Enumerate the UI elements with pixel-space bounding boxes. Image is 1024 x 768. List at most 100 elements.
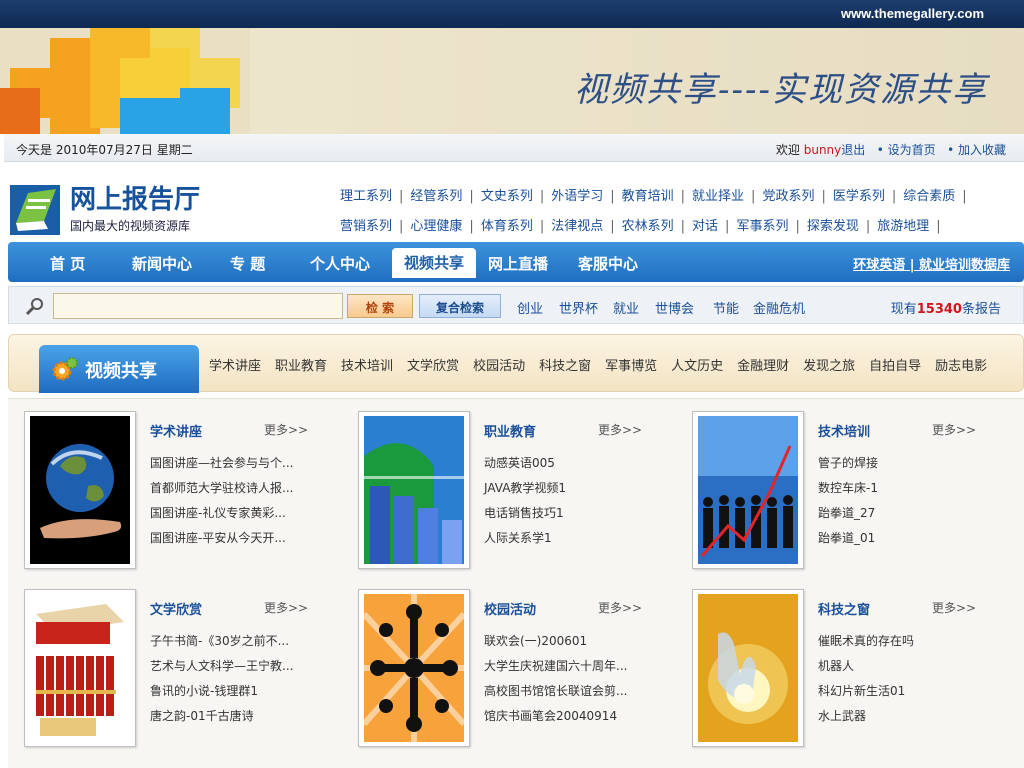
video-link[interactable]: 机器人 [818,654,914,679]
video-link[interactable]: 数控车床-1 [818,476,878,501]
nav-item[interactable]: 新闻中心 [132,253,192,274]
video-link[interactable]: 国图讲座—社会参与与个... [150,451,293,476]
video-link[interactable]: 艺术与人文科学—王宁教... [150,654,293,679]
category-link[interactable]: 文史系列 [481,189,533,204]
video-link[interactable]: 高校图书馆馆长联谊会剪... [484,679,627,704]
logout-link[interactable]: 退出 [841,143,865,157]
channel-subtab[interactable]: 自拍自导 [869,359,921,374]
video-link[interactable]: 唐之韵-01千古唐诗 [150,704,293,729]
nav-item[interactable]: 专 题 [230,253,265,274]
category-link[interactable]: 外语学习 [551,189,603,204]
advanced-search-button[interactable]: 复合检索 [419,294,501,318]
channel-subtab[interactable]: 科技之窗 [539,359,591,374]
bar-chart-thumbnail[interactable] [358,411,470,569]
hot-keyword-link[interactable]: 节能 [713,298,739,317]
nav-item[interactable]: 首 页 [50,253,85,274]
hot-keyword-link[interactable]: 世界杯 [559,298,598,317]
video-link[interactable]: 人际关系学1 [484,526,566,551]
nav-item[interactable]: 网上直播 [488,253,548,274]
search-button[interactable]: 检 索 [347,294,413,318]
card-title[interactable]: 文学欣赏 [150,599,202,618]
video-link[interactable]: 国图讲座-平安从今天开... [150,526,293,551]
video-link[interactable]: 联欢会(一)200601 [484,629,627,654]
card-title[interactable]: 职业教育 [484,421,536,440]
nav-item[interactable]: 个人中心 [310,253,370,274]
channel-subtab[interactable]: 人文历史 [671,359,723,374]
earth-in-hand-thumbnail[interactable] [24,411,136,569]
video-link[interactable]: JAVA教学视频1 [484,476,566,501]
video-link[interactable]: 跆拳道_27 [818,501,878,526]
video-link[interactable]: 动感英语005 [484,451,566,476]
video-link[interactable]: 管子的焊接 [818,451,878,476]
card-title[interactable]: 科技之窗 [818,599,870,618]
book-set-thumbnail[interactable] [24,589,136,747]
people-circle-thumbnail[interactable] [358,589,470,747]
channel-subtab[interactable]: 校园活动 [473,359,525,374]
more-link[interactable]: 更多>> [932,599,976,616]
more-link[interactable]: 更多>> [264,421,308,438]
video-link[interactable]: 鲁讯的小说-钱理群1 [150,679,293,704]
channel-subtab[interactable]: 文学欣赏 [407,359,459,374]
set-homepage-link[interactable]: • 设为首页 [877,143,936,157]
video-link[interactable]: 跆拳道_01 [818,526,878,551]
category-link[interactable]: 理工系列 [340,189,392,204]
category-link[interactable]: 探索发现 [807,219,859,234]
category-link[interactable]: 旅游地理 [877,219,929,234]
crowd-growth-thumbnail[interactable] [692,411,804,569]
hot-keyword-link[interactable]: 创业 [517,298,543,317]
more-link[interactable]: 更多>> [932,421,976,438]
more-link[interactable]: 更多>> [264,599,308,616]
category-link[interactable]: 医学系列 [833,189,885,204]
site-logo[interactable]: 网上报告厅 国内最大的视频资源库 [8,177,213,239]
category-link[interactable]: 综合素质 [903,189,955,204]
hand-light-thumbnail[interactable] [692,589,804,747]
more-link[interactable]: 更多>> [598,599,642,616]
category-link[interactable]: 农林系列 [622,219,674,234]
channel-subtab[interactable]: 学术讲座 [209,359,261,374]
video-category-card: 学术讲座 更多>> 国图讲座—社会参与与个... 首都师范大学驻校诗人报... 国图讲座… [14,399,334,569]
card-title[interactable]: 校园活动 [484,599,536,618]
channel-subtab[interactable]: 军事博览 [605,359,657,374]
video-list: 动感英语005 JAVA教学视频1 电话销售技巧1 人际关系学1 [484,451,566,551]
video-link[interactable]: 催眠术真的存在吗 [818,629,914,654]
nav-item[interactable]: 视频共享 [392,248,477,278]
partner-links[interactable]: 环球英语 | 就业培训数据库 [853,254,1010,273]
channel-subtab[interactable]: 发现之旅 [803,359,855,374]
category-link[interactable]: 法律视点 [551,219,603,234]
category-link[interactable]: 就业择业 [692,189,744,204]
book-logo-icon [10,185,60,235]
category-link[interactable]: 党政系列 [762,189,814,204]
hot-keyword-link[interactable]: 就业 [613,298,639,317]
hot-keyword-link[interactable]: 金融危机 [753,298,805,317]
category-link[interactable]: 营销系列 [340,219,392,234]
card-title[interactable]: 技术培训 [818,421,870,440]
more-link[interactable]: 更多>> [598,421,642,438]
separator: | [936,219,941,234]
channel-subtab[interactable]: 技术培训 [341,359,393,374]
video-link[interactable]: 馆庆书画笔会20040914 [484,704,627,729]
video-link[interactable]: 科幻片新生活01 [818,679,914,704]
nav-item[interactable]: 客服中心 [578,253,638,274]
video-link[interactable]: 电话销售技巧1 [484,501,566,526]
category-link[interactable]: 心理健康 [410,219,462,234]
video-link[interactable]: 大学生庆祝建国六十周年... [484,654,627,679]
gear-icon [52,357,78,381]
separator: | [539,189,545,204]
category-link[interactable]: 体育系列 [481,219,533,234]
video-link[interactable]: 国图讲座-礼仪专家黄彩... [150,501,293,526]
category-link[interactable]: 军事系列 [736,219,788,234]
card-title[interactable]: 学术讲座 [150,421,202,440]
category-link[interactable]: 经管系列 [410,189,462,204]
video-link[interactable]: 首都师范大学驻校诗人报... [150,476,293,501]
channel-subtab[interactable]: 职业教育 [275,359,327,374]
video-link[interactable]: 子午书简-《30岁之前不... [150,629,293,654]
video-link[interactable]: 水上武器 [818,704,914,729]
category-link[interactable]: 对话 [692,219,718,234]
hot-keyword-link[interactable]: 世博会 [655,298,694,317]
channel-badge[interactable]: 视频共享 [39,345,199,393]
bookmark-link[interactable]: • 加入收藏 [947,143,1006,157]
category-link[interactable]: 教育培训 [622,189,674,204]
search-input[interactable] [53,293,343,319]
channel-subtab[interactable]: 励志电影 [935,359,987,374]
channel-subtab[interactable]: 金融理财 [737,359,789,374]
